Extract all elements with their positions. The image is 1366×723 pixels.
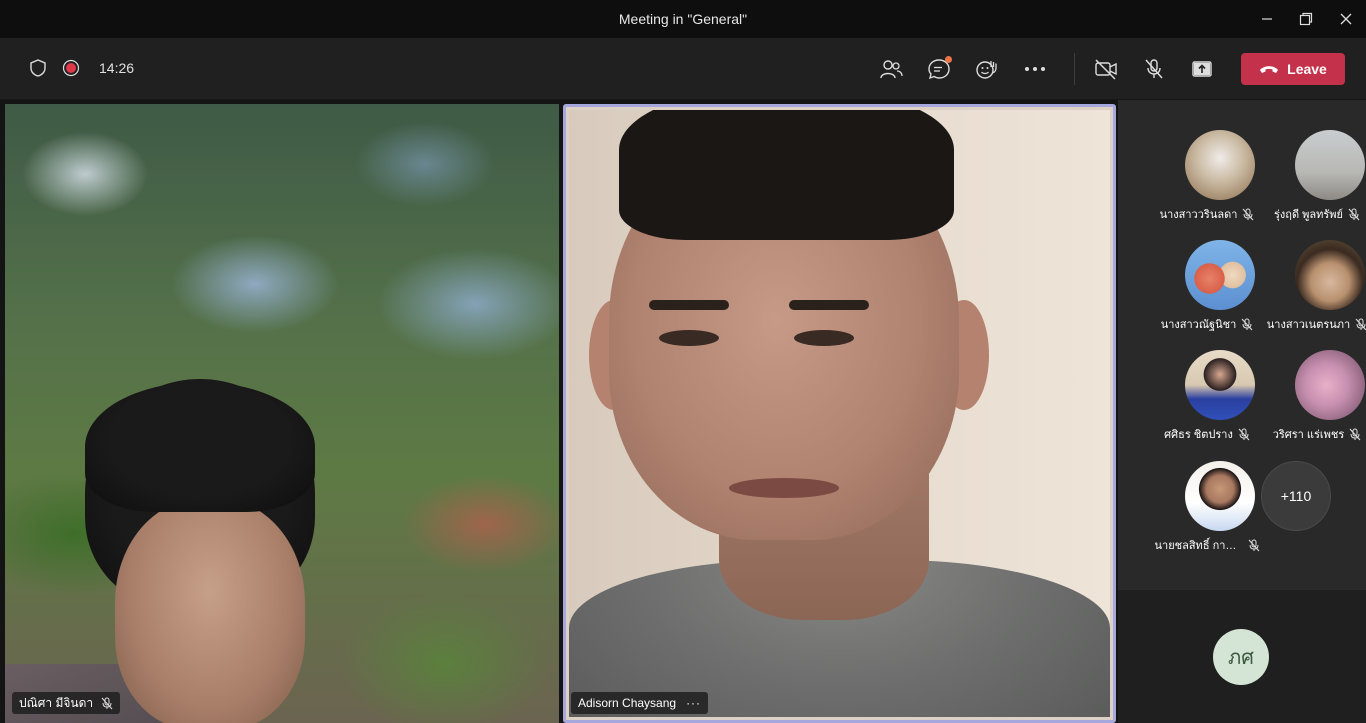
- video-tile-active-speaker[interactable]: Adisorn Chaysang ···: [563, 104, 1116, 723]
- avatar: [1185, 130, 1255, 200]
- participant-grid: นางสาววรินลดา รุ่งฤดี พูลทรัพย์ นางสาวณั…: [1118, 100, 1366, 590]
- minimize-icon: [1262, 18, 1272, 20]
- chat-button[interactable]: [922, 52, 956, 86]
- leave-label: Leave: [1287, 61, 1327, 77]
- brow-right: [789, 300, 869, 310]
- hang-up-icon: [1260, 66, 1279, 73]
- avatar: [1185, 350, 1255, 420]
- shield-icon[interactable]: [28, 58, 48, 78]
- participant-name: Adisorn Chaysang: [578, 696, 677, 710]
- participants-button[interactable]: [874, 52, 908, 86]
- share-icon: [1192, 61, 1212, 77]
- more-actions-button[interactable]: [1018, 52, 1052, 86]
- people-icon: [880, 60, 903, 79]
- avatar: [1295, 240, 1365, 310]
- more-icon: [1025, 67, 1045, 71]
- participant-tile[interactable]: รุ่งฤดี พูลทรัพย์: [1262, 100, 1366, 221]
- eye-right: [794, 330, 854, 346]
- participant-name: นายชลสิทธิ์ กาญจน: [1154, 540, 1243, 552]
- name-badge-left: ปณิศา มีจินดา: [12, 692, 121, 714]
- meeting-timer: 14:26: [99, 60, 135, 76]
- participants-panel: นางสาววรินลดา รุ่งฤดี พูลทรัพย์ นางสาวณั…: [1118, 100, 1366, 723]
- self-preview: ภศ: [1118, 590, 1366, 723]
- avatar: [1295, 130, 1365, 200]
- video-feed: [569, 110, 1110, 717]
- restore-icon: [1299, 12, 1313, 26]
- participant-tile[interactable]: วริศรา แร่เพชร: [1262, 320, 1366, 441]
- chat-notification-dot: [945, 56, 952, 63]
- avatar: [1295, 350, 1365, 420]
- window-title: Meeting in "General": [618, 11, 748, 27]
- share-screen-button[interactable]: [1185, 52, 1219, 86]
- avatar: [1185, 461, 1255, 531]
- camera-toggle-button[interactable]: [1089, 52, 1123, 86]
- leave-button[interactable]: Leave: [1241, 53, 1345, 85]
- more-options-icon[interactable]: ···: [686, 696, 701, 710]
- reactions-button[interactable]: [970, 52, 1004, 86]
- participant-tile[interactable]: ศศิธร ชิตปราง: [1152, 320, 1262, 441]
- close-icon: [1340, 13, 1352, 25]
- toolbar-divider: [1074, 53, 1075, 85]
- participant-face: [115, 499, 305, 723]
- mic-toggle-button[interactable]: [1137, 52, 1171, 86]
- meeting-toolbar: 14:26 Leave: [0, 38, 1366, 100]
- minimize-button[interactable]: [1256, 8, 1278, 30]
- participant-name: ปณิศา มีจินดา: [19, 695, 94, 710]
- avatar: [1185, 240, 1255, 310]
- eye-left: [659, 330, 719, 346]
- hair: [619, 110, 954, 240]
- participant-tile[interactable]: นางสาววรินลดา: [1152, 100, 1262, 221]
- mic-off-icon: [1349, 428, 1361, 440]
- participant-name: วริศรา แร่เพชร: [1272, 429, 1345, 441]
- recording-icon: [61, 58, 81, 78]
- brow-left: [649, 300, 729, 310]
- close-button[interactable]: [1335, 8, 1357, 30]
- raise-hand-icon: [976, 61, 997, 79]
- self-avatar[interactable]: ภศ: [1213, 629, 1269, 685]
- video-stage: ปณิศา มีจินดา Adisorn Chaysang ···: [0, 100, 1118, 723]
- maximize-button[interactable]: [1295, 8, 1317, 30]
- title-bar: Meeting in "General": [0, 0, 1366, 38]
- participant-hair-top: [85, 382, 315, 512]
- camera-off-icon: [1095, 59, 1117, 80]
- mic-off-icon: [101, 697, 113, 709]
- participant-tile[interactable]: นางสาวณัฐนิชา: [1152, 210, 1262, 331]
- mic-off-icon: [1248, 539, 1259, 551]
- participant-tile[interactable]: นางสาวเนตรนภา: [1262, 210, 1366, 331]
- participant-tile[interactable]: นายชลสิทธิ์ กาญจน: [1152, 431, 1262, 552]
- name-badge-center: Adisorn Chaysang ···: [571, 692, 709, 714]
- video-tile-left[interactable]: ปณิศา มีจินดา: [5, 104, 559, 723]
- mic-off-icon: [1145, 59, 1163, 79]
- mouth: [729, 478, 839, 498]
- more-participants-button[interactable]: +110: [1261, 461, 1331, 531]
